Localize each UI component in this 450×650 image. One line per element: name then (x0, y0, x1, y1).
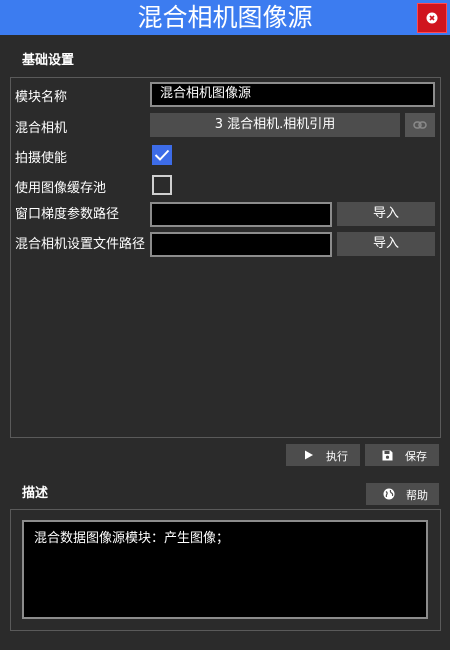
module-name-label: 模块名称 (15, 90, 68, 105)
check-icon (154, 149, 170, 161)
image-pool-checkbox[interactable] (152, 175, 172, 195)
description-title: 描述 (22, 486, 49, 501)
close-button[interactable] (417, 3, 447, 33)
close-icon (426, 12, 438, 24)
link-icon (413, 121, 427, 129)
save-icon (382, 450, 393, 461)
capture-enable-label: 拍摄使能 (15, 151, 68, 166)
save-label: 保存 (405, 450, 427, 463)
gradient-path-input[interactable] (150, 202, 332, 227)
help-label: 帮助 (406, 489, 428, 502)
globe-icon (383, 488, 395, 500)
config-path-import-button[interactable]: 导入 (337, 232, 435, 256)
save-button[interactable]: 保存 (365, 444, 439, 466)
help-button[interactable]: 帮助 (366, 483, 439, 505)
capture-enable-checkbox[interactable] (152, 145, 172, 165)
module-name-input[interactable]: 混合相机图像源 (150, 82, 435, 107)
config-path-label: 混合相机设置文件路径 (15, 237, 146, 252)
hybrid-camera-label: 混合相机 (15, 121, 68, 136)
run-label: 执行 (326, 450, 348, 463)
basic-settings-title: 基础设置 (22, 53, 75, 68)
gradient-path-import-button[interactable]: 导入 (337, 202, 435, 226)
image-pool-label: 使用图像缓存池 (15, 181, 107, 196)
description-text: 混合数据图像源模块：产生图像； (34, 531, 230, 546)
link-camera-button[interactable] (405, 113, 435, 137)
window-title: 混合相机图像源 (137, 3, 313, 32)
hybrid-camera-select[interactable]: 3 混合相机.相机引用 (150, 113, 400, 137)
description-box[interactable]: 混合数据图像源模块：产生图像； (22, 520, 428, 619)
run-button[interactable]: 执行 (286, 444, 360, 466)
config-path-input[interactable] (150, 232, 332, 257)
play-icon (305, 450, 313, 460)
gradient-path-label: 窗口梯度参数路径 (15, 207, 120, 222)
